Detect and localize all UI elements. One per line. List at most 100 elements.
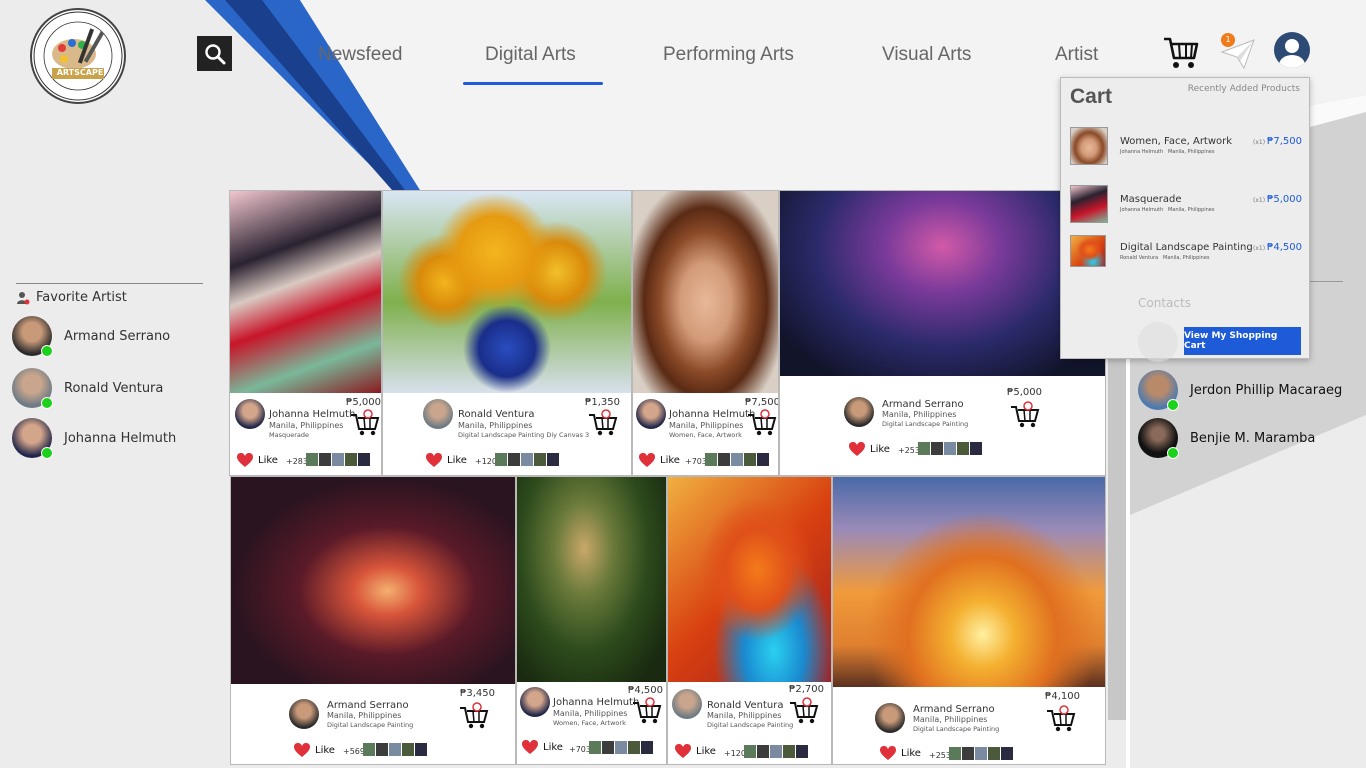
add-to-cart-icon[interactable] [459, 702, 489, 730]
price: ₱2,700 [789, 684, 824, 695]
cart-item-thumbnail [1070, 127, 1108, 165]
artist-location: Manila, Philippines [269, 421, 344, 430]
like-label: Like [258, 454, 278, 466]
cart-item-location: Manila, Philippines [1167, 207, 1215, 213]
artwork-image[interactable] [633, 191, 778, 393]
price: ₱4,500 [628, 685, 663, 696]
favorites-heading: Favorite Artist [16, 290, 127, 305]
heart-icon [237, 453, 253, 467]
messages-button[interactable]: 1 [1218, 33, 1258, 70]
artwork-image[interactable] [231, 477, 515, 684]
cart-item[interactable]: Masquerade Johanna Helmuth Manila, Phili… [1070, 185, 1302, 225]
artwork-image[interactable] [668, 477, 831, 682]
avatar [12, 316, 53, 357]
cart-item-price: ₱7,500 [1267, 136, 1302, 147]
cart-item[interactable]: Women, Face, Artwork Johanna Helmuth Man… [1070, 127, 1302, 167]
add-to-cart-icon[interactable] [1046, 705, 1076, 733]
avatar [289, 699, 319, 729]
cart-title: Cart [1070, 85, 1113, 108]
like-count: +703 [569, 745, 591, 754]
profile-button[interactable] [1274, 32, 1310, 68]
artwork-card[interactable]: Johanna Helmuth Manila, Philippines Masq… [229, 190, 382, 476]
artwork-card[interactable]: Johanna Helmuth Manila, Philippines Wome… [632, 190, 779, 476]
favorite-artist-name: Johanna Helmuth [64, 430, 177, 446]
like-button[interactable]: Like [293, 742, 335, 758]
like-button[interactable]: Like [879, 745, 921, 761]
price: ₱5,000 [1007, 387, 1042, 398]
artist-name: Armand Serrano [882, 399, 964, 410]
liker-avatars [589, 741, 654, 754]
favorite-artist-item[interactable]: Johanna Helmuth [12, 418, 177, 459]
favorites-heading-label: Favorite Artist [36, 290, 127, 305]
nav-digital-arts[interactable]: Digital Arts [485, 44, 576, 66]
artwork-card[interactable]: Armand Serrano Manila, Philippines Digit… [832, 476, 1106, 765]
favorite-artist-item[interactable]: Ronald Ventura [12, 368, 163, 409]
search-button[interactable] [197, 36, 232, 71]
like-count: +703 [685, 457, 707, 466]
artwork-image[interactable] [383, 191, 631, 393]
contact-item[interactable]: Benjie M. Maramba [1138, 418, 1315, 459]
search-icon [204, 43, 225, 64]
artwork-image[interactable] [230, 191, 381, 393]
artwork-title: Masquerade [269, 431, 310, 439]
add-to-cart-icon[interactable] [1010, 401, 1040, 429]
cart-item-location: Manila, Philippines [1167, 149, 1215, 155]
artwork-image[interactable] [833, 477, 1105, 687]
like-count: +120 [724, 749, 746, 758]
cart-item-thumbnail [1070, 235, 1106, 267]
header-cart-button[interactable] [1162, 36, 1200, 70]
nav-visual-arts[interactable]: Visual Arts [882, 44, 971, 66]
like-button[interactable]: Like [236, 452, 278, 468]
cart-item-qty: (x1) [1253, 139, 1266, 146]
add-to-cart-icon[interactable] [350, 409, 380, 437]
cart-item[interactable]: Digital Landscape Painting Ronald Ventur… [1070, 235, 1302, 275]
like-label: Like [696, 745, 716, 757]
artscape-logo[interactable]: ARTSCAPE [30, 8, 126, 104]
heart-icon [294, 743, 310, 757]
like-button[interactable]: Like [425, 452, 467, 468]
cart-item-artist-name: Johanna Helmuth [1120, 207, 1164, 213]
avatar [1138, 322, 1178, 362]
artwork-card[interactable]: Johanna Helmuth Manila, Philippines Wome… [516, 476, 667, 765]
avatar [1138, 418, 1179, 459]
artwork-title: Digital Landscape Painting [882, 420, 969, 428]
add-to-cart-icon[interactable] [747, 409, 777, 437]
artwork-image[interactable] [517, 477, 666, 682]
nav-newsfeed[interactable]: Newsfeed [318, 44, 403, 66]
like-button[interactable]: Like [638, 452, 680, 468]
logo-text: ARTSCAPE [56, 68, 104, 77]
avatar [875, 703, 905, 733]
contact-item[interactable]: Jerdon Phillip Macaraeg [1138, 370, 1342, 411]
artist-location: Manila, Philippines [553, 709, 628, 718]
like-count: +253 [898, 446, 920, 455]
nav-artist[interactable]: Artist [1055, 44, 1098, 66]
heart-icon [880, 746, 896, 760]
artwork-card[interactable]: Ronald Ventura Manila, Philippines Digit… [382, 190, 632, 476]
like-button[interactable]: Like [521, 739, 563, 755]
add-to-cart-icon[interactable] [789, 697, 819, 725]
artist-name: Johanna Helmuth [269, 409, 356, 420]
add-to-cart-icon[interactable] [588, 409, 618, 437]
heart-icon [426, 453, 442, 467]
favorite-artist-item[interactable]: Armand Serrano [12, 316, 170, 357]
artwork-card[interactable]: Ronald Ventura Manila, Philippines Digit… [667, 476, 832, 765]
cart-item-name: Women, Face, Artwork [1120, 136, 1233, 147]
artwork-title: Women, Face, Artwork [669, 431, 742, 439]
like-button[interactable]: Like [848, 441, 890, 457]
cart-dropdown: Cart Recently Added Products Women, Face… [1060, 77, 1310, 362]
artist-location: Manila, Philippines [327, 711, 402, 720]
favorites-divider [16, 283, 203, 284]
online-indicator [1167, 399, 1179, 411]
artwork-card[interactable]: Armand Serrano Manila, Philippines Digit… [779, 190, 1106, 476]
artist-location: Manila, Philippines [458, 421, 533, 430]
cart-item-price: ₱4,500 [1267, 242, 1302, 253]
add-to-cart-icon[interactable] [632, 697, 662, 725]
like-button[interactable]: Like [674, 743, 716, 759]
like-count: +283 [286, 457, 308, 466]
artwork-image[interactable] [780, 191, 1105, 376]
artwork-card[interactable]: Armand Serrano Manila, Philippines Digit… [230, 476, 516, 765]
liker-avatars [744, 745, 809, 758]
nav-performing-arts[interactable]: Performing Arts [663, 44, 794, 66]
price: ₱3,450 [460, 688, 495, 699]
view-shopping-cart-button[interactable]: View My Shopping Cart [1184, 327, 1301, 355]
